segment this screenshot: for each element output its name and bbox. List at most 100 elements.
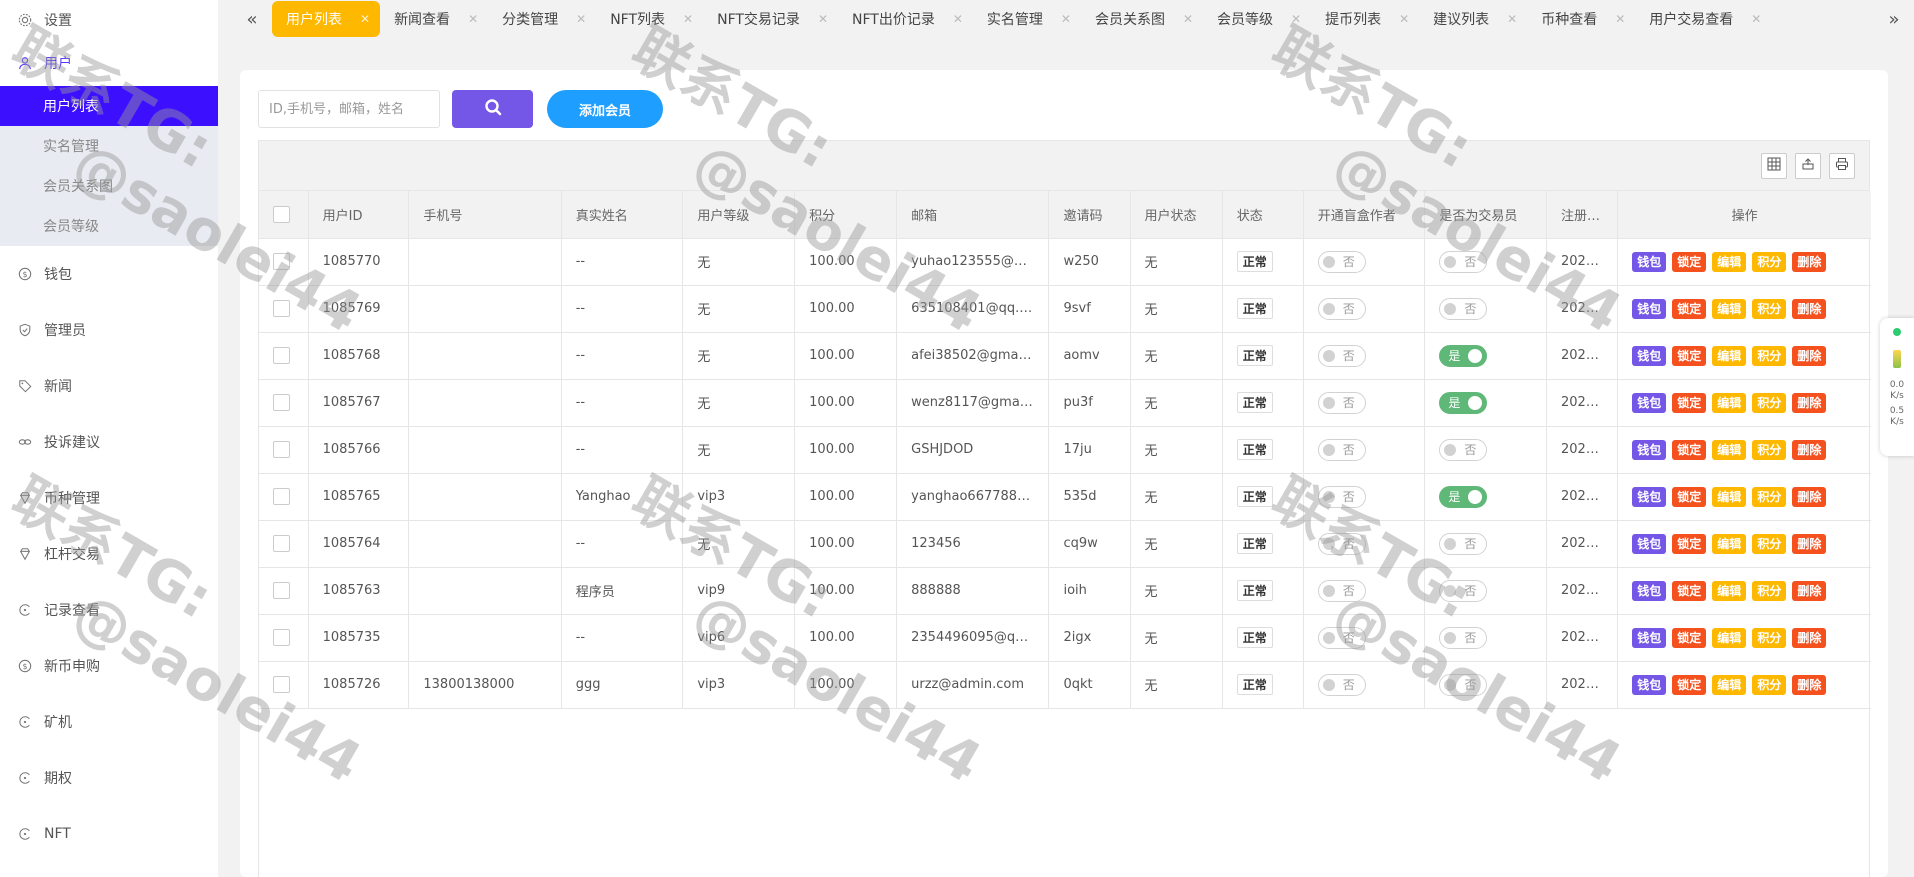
close-icon[interactable]: ✕ xyxy=(1291,12,1301,26)
tab-9[interactable]: 提币列表 ✕ xyxy=(1311,1,1419,37)
tab-0[interactable]: 用户列表 ✕ xyxy=(272,1,381,37)
points-button[interactable]: 积分 xyxy=(1752,674,1787,695)
wallet-button[interactable]: 钱包 xyxy=(1632,392,1667,413)
edit-button[interactable]: 编辑 xyxy=(1712,627,1747,648)
search-button[interactable] xyxy=(452,90,533,128)
sidebar-item-users[interactable]: 用户 xyxy=(0,40,218,86)
trader-toggle[interactable]: 否 xyxy=(1439,673,1488,696)
lock-button[interactable]: 锁定 xyxy=(1672,486,1707,507)
trader-toggle[interactable]: 否 xyxy=(1439,297,1488,320)
edit-button[interactable]: 编辑 xyxy=(1712,439,1747,460)
points-button[interactable]: 积分 xyxy=(1752,533,1787,554)
delete-button[interactable]: 删除 xyxy=(1792,580,1827,601)
tab-5[interactable]: NFT出价记录 ✕ xyxy=(838,1,973,37)
blindbox-author-toggle[interactable]: 否 xyxy=(1317,532,1366,555)
sidebar-item-complaints[interactable]: 投诉建议 xyxy=(0,414,218,470)
row-checkbox[interactable] xyxy=(273,394,290,411)
row-checkbox[interactable] xyxy=(273,629,290,646)
add-member-button[interactable]: 添加会员 xyxy=(547,90,663,128)
delete-button[interactable]: 删除 xyxy=(1792,251,1827,272)
header-blindbox-author[interactable]: 开通盲盒作者 xyxy=(1303,191,1426,239)
tab-6[interactable]: 实名管理 ✕ xyxy=(973,1,1081,37)
blindbox-author-toggle[interactable]: 否 xyxy=(1317,297,1366,320)
trader-toggle[interactable]: 是 xyxy=(1439,344,1488,367)
sidebar-item-currency[interactable]: 币种管理 xyxy=(0,470,218,526)
delete-button[interactable]: 删除 xyxy=(1792,627,1827,648)
lock-button[interactable]: 锁定 xyxy=(1672,345,1707,366)
submenu-real-name[interactable]: 实名管理 xyxy=(0,126,218,166)
close-icon[interactable]: ✕ xyxy=(1061,12,1071,26)
wallet-button[interactable]: 钱包 xyxy=(1632,674,1667,695)
close-icon[interactable]: ✕ xyxy=(1507,12,1517,26)
tabs-scroll-left-button[interactable]: « xyxy=(232,0,272,38)
points-button[interactable]: 积分 xyxy=(1752,439,1787,460)
header-email[interactable]: 邮箱 xyxy=(896,191,1050,239)
header-phone[interactable]: 手机号 xyxy=(408,191,562,239)
lock-button[interactable]: 锁定 xyxy=(1672,674,1707,695)
edit-button[interactable]: 编辑 xyxy=(1712,580,1747,601)
trader-toggle[interactable]: 否 xyxy=(1439,438,1488,461)
header-register-time[interactable]: 注册时间 xyxy=(1546,191,1619,239)
submenu-member-graph[interactable]: 会员关系图 xyxy=(0,166,218,206)
delete-button[interactable]: 删除 xyxy=(1792,674,1827,695)
edit-button[interactable]: 编辑 xyxy=(1712,298,1747,319)
tab-7[interactable]: 会员关系图 ✕ xyxy=(1081,1,1203,37)
delete-button[interactable]: 删除 xyxy=(1792,298,1827,319)
row-checkbox[interactable] xyxy=(273,253,290,270)
tab-4[interactable]: NFT交易记录 ✕ xyxy=(703,1,838,37)
wallet-button[interactable]: 钱包 xyxy=(1632,439,1667,460)
sidebar-item-nft[interactable]: NFT xyxy=(0,806,218,862)
edit-button[interactable]: 编辑 xyxy=(1712,533,1747,554)
row-checkbox[interactable] xyxy=(273,535,290,552)
wallet-button[interactable]: 钱包 xyxy=(1632,298,1667,319)
points-button[interactable]: 积分 xyxy=(1752,580,1787,601)
lock-button[interactable]: 锁定 xyxy=(1672,392,1707,413)
edit-button[interactable]: 编辑 xyxy=(1712,392,1747,413)
columns-filter-button[interactable] xyxy=(1761,153,1787,179)
trader-toggle[interactable]: 否 xyxy=(1439,626,1488,649)
tab-11[interactable]: 币种查看 ✕ xyxy=(1527,1,1635,37)
tab-3[interactable]: NFT列表 ✕ xyxy=(596,1,703,37)
lock-button[interactable]: 锁定 xyxy=(1672,580,1707,601)
submenu-user-list[interactable]: 用户列表 xyxy=(0,86,218,126)
lock-button[interactable]: 锁定 xyxy=(1672,439,1707,460)
wallet-button[interactable]: 钱包 xyxy=(1632,533,1667,554)
lock-button[interactable]: 锁定 xyxy=(1672,627,1707,648)
points-button[interactable]: 积分 xyxy=(1752,251,1787,272)
trader-toggle[interactable]: 否 xyxy=(1439,532,1488,555)
blindbox-author-toggle[interactable]: 否 xyxy=(1317,344,1366,367)
close-icon[interactable]: ✕ xyxy=(1751,12,1761,26)
sidebar-item-settings[interactable]: 设置 xyxy=(0,0,218,40)
close-icon[interactable]: ✕ xyxy=(1399,12,1409,26)
blindbox-author-toggle[interactable]: 否 xyxy=(1317,438,1366,461)
points-button[interactable]: 积分 xyxy=(1752,392,1787,413)
header-status[interactable]: 状态 xyxy=(1222,191,1304,239)
wallet-button[interactable]: 钱包 xyxy=(1632,627,1667,648)
header-user-id[interactable]: 用户ID xyxy=(308,191,410,239)
edit-button[interactable]: 编辑 xyxy=(1712,486,1747,507)
header-points[interactable]: 积分 xyxy=(794,191,898,239)
export-button[interactable] xyxy=(1795,153,1821,179)
tab-1[interactable]: 新闻查看 ✕ xyxy=(380,1,488,37)
delete-button[interactable]: 删除 xyxy=(1792,533,1827,554)
trader-toggle[interactable]: 是 xyxy=(1439,485,1488,508)
sidebar-item-ipo[interactable]: $ 新币申购 xyxy=(0,638,218,694)
blindbox-author-toggle[interactable]: 否 xyxy=(1317,673,1366,696)
delete-button[interactable]: 删除 xyxy=(1792,392,1827,413)
close-icon[interactable]: ✕ xyxy=(576,12,586,26)
delete-button[interactable]: 删除 xyxy=(1792,439,1827,460)
network-speed-widget[interactable]: 0.0 K/s 0.5 K/s xyxy=(1880,318,1914,456)
points-button[interactable]: 积分 xyxy=(1752,345,1787,366)
row-checkbox[interactable] xyxy=(273,488,290,505)
close-icon[interactable]: ✕ xyxy=(818,12,828,26)
tab-2[interactable]: 分类管理 ✕ xyxy=(488,1,596,37)
points-button[interactable]: 积分 xyxy=(1752,298,1787,319)
blindbox-author-toggle[interactable]: 否 xyxy=(1317,579,1366,602)
tabs-scroll-right-button[interactable]: » xyxy=(1874,0,1914,38)
lock-button[interactable]: 锁定 xyxy=(1672,533,1707,554)
sidebar-item-options[interactable]: 期权 xyxy=(0,750,218,806)
print-button[interactable] xyxy=(1829,153,1855,179)
close-icon[interactable]: ✕ xyxy=(683,12,693,26)
sidebar-item-leverage[interactable]: 杠杆交易 xyxy=(0,526,218,582)
blindbox-author-toggle[interactable]: 否 xyxy=(1317,626,1366,649)
